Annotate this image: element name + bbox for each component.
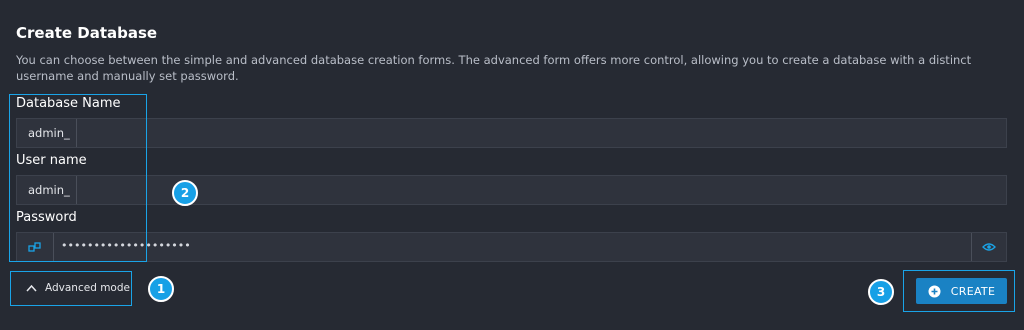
user-name-field[interactable]: admin_ [16, 175, 1007, 205]
advanced-highlight-box [10, 271, 132, 306]
database-name-field[interactable]: admin_ [16, 118, 1007, 148]
annotation-badge-3: 3 [868, 279, 894, 305]
show-password-button[interactable] [971, 233, 1006, 261]
eye-icon [982, 243, 996, 251]
create-highlight-box [903, 270, 1015, 312]
form-description: You can choose between the simple and ad… [16, 53, 972, 83]
annotation-badge-2: 2 [172, 180, 198, 206]
annotation-badge-1: 1 [148, 276, 174, 302]
page-title: Create Database [16, 24, 158, 42]
fields-highlight-box [9, 94, 147, 262]
password-field[interactable]: •••••••••••••••••••• [16, 232, 1007, 262]
